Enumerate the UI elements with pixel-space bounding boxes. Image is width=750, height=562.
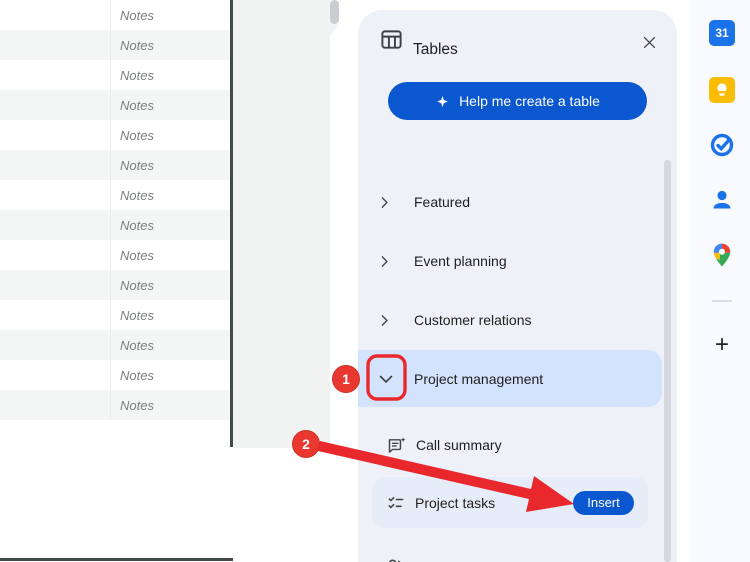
gridline	[110, 360, 111, 390]
note-cell[interactable]: Notes	[120, 368, 154, 383]
gridline	[110, 120, 111, 150]
chevron-down-icon[interactable]	[375, 369, 397, 389]
gridline	[110, 300, 111, 330]
table-bottom-border	[0, 558, 233, 561]
note-cell[interactable]: Notes	[120, 188, 154, 203]
annotation-step1-number: 1	[342, 371, 350, 387]
close-icon[interactable]	[636, 29, 662, 55]
section-customer-relations[interactable]: Customer relations	[358, 296, 662, 344]
gridline	[110, 0, 111, 30]
google-contacts-icon[interactable]	[709, 187, 735, 213]
sparkle-icon	[435, 94, 450, 109]
sheet-scrollbar[interactable]	[330, 0, 339, 24]
add-icon[interactable]: +	[710, 333, 734, 357]
gridline	[110, 90, 111, 120]
table-row[interactable]: Notes	[0, 330, 230, 360]
table-row[interactable]: Notes	[0, 60, 230, 90]
project-tasks-icon	[386, 493, 406, 513]
table-row[interactable]: Notes	[0, 150, 230, 180]
google-tasks-icon[interactable]	[709, 132, 735, 158]
table-row[interactable]: Notes	[0, 30, 230, 60]
google-calendar-icon[interactable]: 31	[709, 20, 735, 46]
template-project-resources[interactable]: Project resources	[358, 545, 662, 562]
note-cell[interactable]: Notes	[120, 218, 154, 233]
google-keep-icon[interactable]	[709, 77, 735, 103]
table-row[interactable]: Notes	[0, 270, 230, 300]
side-rail: 31	[690, 0, 750, 562]
insert-button[interactable]: Insert	[573, 491, 634, 515]
panel-title: Tables	[413, 41, 458, 59]
note-cell[interactable]: Notes	[120, 398, 154, 413]
panel-scrollbar[interactable]	[664, 160, 671, 562]
gridline	[110, 330, 111, 360]
note-cell[interactable]: Notes	[120, 278, 154, 293]
table-row[interactable]: Notes	[0, 240, 230, 270]
tables-panel-icon	[380, 28, 403, 56]
tables-panel: Tables Help me create a table Featured E…	[358, 10, 677, 562]
note-cell[interactable]: Notes	[120, 308, 154, 323]
note-cell[interactable]: Notes	[120, 98, 154, 113]
table-row[interactable]: Notes	[0, 180, 230, 210]
call-summary-icon	[386, 435, 407, 456]
empty-column-j[interactable]	[233, 0, 330, 448]
table-row[interactable]: Notes	[0, 0, 230, 30]
help-me-create-table-button[interactable]: Help me create a table	[388, 82, 647, 120]
template-call-summary[interactable]: Call summary	[358, 423, 662, 467]
table-row[interactable]: Notes	[0, 360, 230, 390]
chevron-right-icon	[376, 194, 393, 211]
note-cell[interactable]: Notes	[120, 338, 154, 353]
table-body: Notes Notes Notes Notes Notes Notes Notes Notes…	[0, 0, 230, 420]
note-cell[interactable]: Notes	[120, 38, 154, 53]
google-maps-icon[interactable]	[709, 242, 735, 268]
table-row[interactable]: Notes	[0, 90, 230, 120]
section-event-planning[interactable]: Event planning	[358, 237, 662, 285]
chevron-right-icon	[376, 253, 393, 270]
note-cell[interactable]: Notes	[120, 128, 154, 143]
chevron-right-icon	[376, 312, 393, 329]
table-row[interactable]: Notes	[0, 210, 230, 240]
gridline	[110, 240, 111, 270]
table-row[interactable]: Notes	[0, 120, 230, 150]
section-project-management[interactable]: Project management	[358, 350, 662, 407]
gridline	[110, 60, 111, 90]
gridline	[110, 150, 111, 180]
gridline	[110, 180, 111, 210]
annotation-step1-circle	[333, 366, 360, 393]
note-cell[interactable]: Notes	[120, 8, 154, 23]
section-featured[interactable]: Featured	[358, 178, 662, 226]
gridline	[110, 210, 111, 240]
project-resources-icon	[386, 557, 406, 562]
table-row[interactable]: Notes	[0, 390, 230, 420]
note-cell[interactable]: Notes	[120, 158, 154, 173]
template-project-tasks[interactable]: Project tasks Insert	[372, 477, 648, 528]
gridline	[110, 30, 111, 60]
note-cell[interactable]: Notes	[120, 248, 154, 263]
table-row[interactable]: Notes	[0, 300, 230, 330]
gridline	[110, 270, 111, 300]
note-cell[interactable]: Notes	[120, 68, 154, 83]
rail-divider	[712, 300, 732, 302]
gridline	[110, 390, 111, 420]
